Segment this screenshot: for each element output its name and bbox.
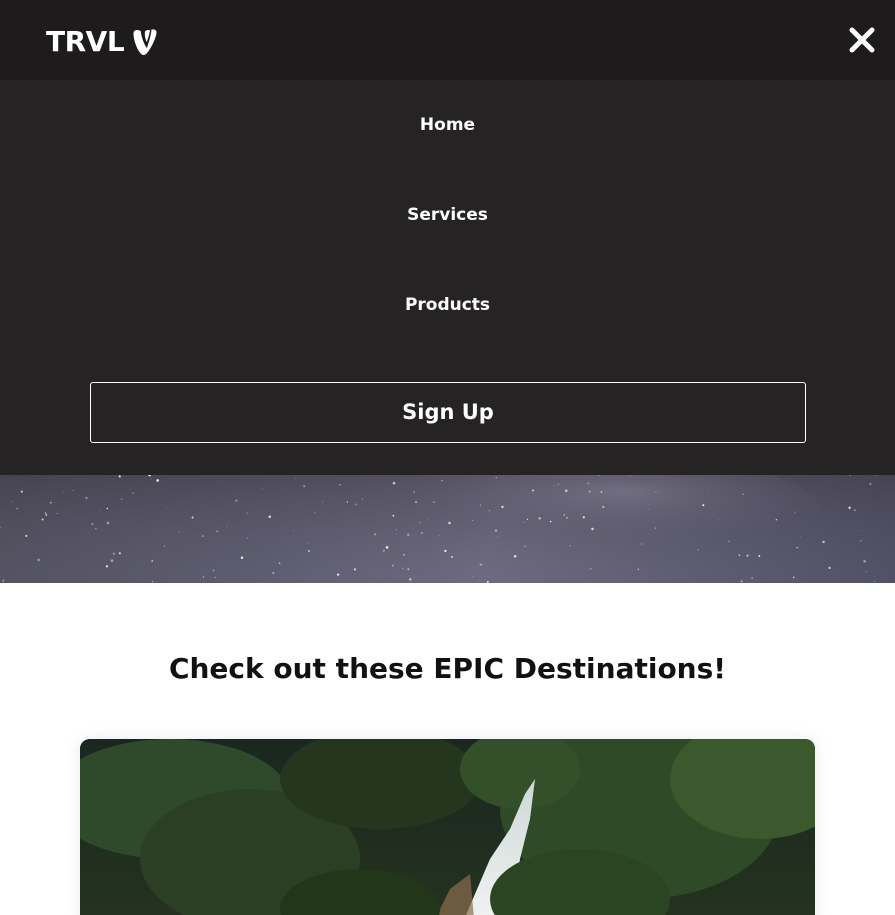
hero-image-starry-sky — [0, 475, 895, 583]
nav-item-home[interactable]: Home — [0, 105, 895, 145]
sign-up-button[interactable]: Sign Up — [90, 382, 806, 443]
destination-card-waterfall[interactable] — [80, 739, 815, 915]
starfield-image — [0, 475, 895, 583]
mobile-nav-menu: Home Services Products Sign Up — [0, 80, 895, 475]
site-logo[interactable]: TRVL — [46, 24, 158, 60]
waterfall-image — [80, 739, 815, 915]
typo3-icon — [133, 29, 157, 56]
section-title: Check out these EPIC Destinations! — [168, 652, 727, 685]
close-icon — [849, 27, 875, 53]
nav-item-products[interactable]: Products — [0, 285, 895, 325]
page: TRVL Home Services Products Sign Up Chec… — [0, 0, 895, 915]
logo-text: TRVL — [46, 25, 125, 58]
close-menu-button[interactable] — [848, 26, 876, 54]
site-header: TRVL — [0, 0, 895, 80]
nav-item-services[interactable]: Services — [0, 195, 895, 235]
